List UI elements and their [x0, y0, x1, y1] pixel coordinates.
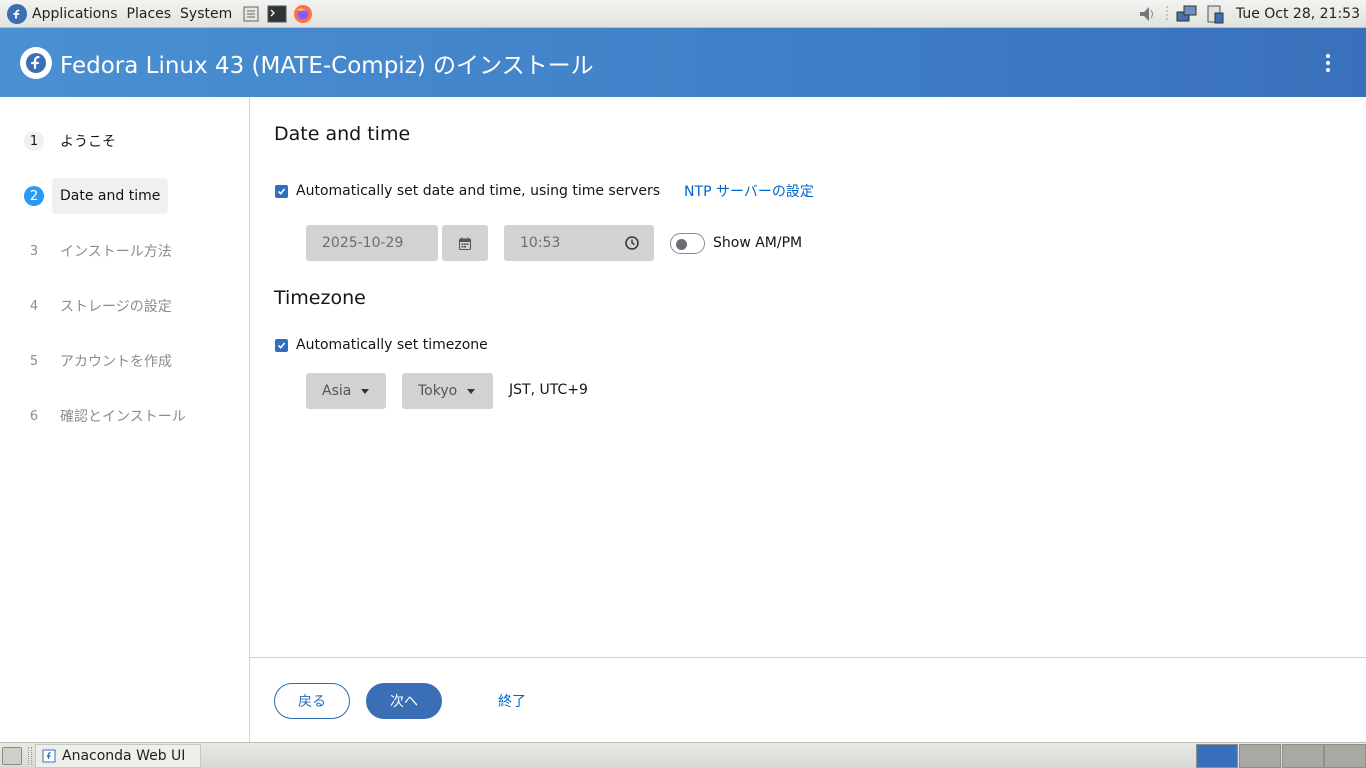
top-panel: Applications Places System Tue Oct 28, 2… [0, 0, 1366, 28]
step-label: インストール方法 [60, 244, 172, 260]
panel-clock[interactable]: Tue Oct 28, 21:53 [1236, 6, 1360, 22]
main-content: Date and time Automatically set date and… [250, 97, 1366, 657]
power-icon[interactable] [1204, 3, 1226, 25]
fedora-logo-icon [20, 46, 52, 79]
time-input[interactable]: 10:53 [504, 225, 654, 261]
region-dropdown[interactable]: Asia [306, 373, 386, 409]
city-value: Tokyo [418, 383, 458, 399]
text-editor-launcher-icon[interactable] [240, 3, 262, 25]
auto-datetime-checkbox[interactable] [275, 184, 288, 198]
bottom-panel: Anaconda Web UI [0, 742, 1366, 768]
step-installation-method: 3 インストール方法 [0, 233, 180, 269]
step-storage-configuration: 4 ストレージの設定 [0, 288, 180, 324]
step-number: 5 [29, 353, 39, 369]
auto-datetime-label: Automatically set date and time, using t… [296, 183, 661, 199]
terminal-launcher-icon[interactable] [266, 3, 288, 25]
step-create-account: 5 アカウントを作成 [0, 343, 180, 379]
step-number: 4 [29, 298, 39, 314]
show-ampm-toggle[interactable] [670, 233, 705, 254]
step-number: 3 [29, 243, 39, 259]
wizard-steps-sidebar: 1 ようこそ 2 Date and time 3 インストール方法 4 ストレー… [0, 97, 250, 742]
workspace-2[interactable] [1239, 744, 1281, 768]
auto-timezone-label: Automatically set timezone [296, 337, 488, 353]
firefox-launcher-icon[interactable] [292, 3, 314, 25]
timezone-heading: Timezone [274, 287, 366, 309]
step-label: ストレージの設定 [60, 299, 172, 315]
quit-button[interactable]: 終了 [482, 683, 542, 719]
step-label: 確認とインストール [60, 409, 186, 425]
step-date-and-time[interactable]: 2 Date and time [0, 178, 169, 214]
workspace-3[interactable] [1282, 744, 1324, 768]
network-icon[interactable] [1176, 3, 1198, 25]
step-review-and-install: 6 確認とインストール [0, 398, 194, 434]
region-value: Asia [322, 383, 352, 399]
chevron-down-icon [467, 388, 476, 394]
system-menu[interactable]: System [180, 6, 232, 22]
wizard-footer: 戻る 次へ 終了 [250, 657, 1366, 742]
auto-datetime-row: Automatically set date and time, using t… [275, 181, 814, 201]
panel-handle [28, 747, 32, 765]
workspace-1[interactable] [1196, 744, 1238, 768]
applications-menu[interactable]: Applications [32, 6, 118, 22]
fedora-menu-icon[interactable] [7, 3, 27, 24]
step-welcome[interactable]: 1 ようこそ [0, 123, 124, 159]
page-title: Fedora Linux 43 (MATE-Compiz) のインストール [60, 52, 594, 79]
taskbar-window-label: Anaconda Web UI [62, 748, 186, 764]
step-number: 1 [24, 131, 44, 151]
next-button[interactable]: 次へ [366, 683, 442, 719]
calendar-button[interactable] [442, 225, 488, 261]
taskbar-window-button[interactable]: Anaconda Web UI [35, 744, 201, 768]
chevron-down-icon [361, 388, 370, 394]
workspace-4[interactable] [1324, 744, 1366, 768]
places-menu[interactable]: Places [127, 6, 172, 22]
step-label: アカウントを作成 [60, 354, 172, 370]
anaconda-window-icon [42, 749, 56, 763]
time-value: 10:53 [520, 235, 561, 251]
step-label: ようこそ [60, 134, 116, 150]
step-number: 2 [24, 186, 44, 206]
kebab-menu-icon[interactable] [1318, 52, 1338, 74]
ntp-servers-link[interactable]: NTP サーバーの設定 [684, 181, 814, 201]
auto-timezone-row: Automatically set timezone [275, 337, 488, 353]
date-time-heading: Date and time [274, 123, 411, 145]
show-desktop-icon[interactable] [2, 747, 22, 765]
step-label: Date and time [52, 178, 169, 214]
city-dropdown[interactable]: Tokyo [402, 373, 493, 409]
clock-icon[interactable] [625, 236, 639, 250]
date-input[interactable]: 2025-10-29 [306, 225, 438, 261]
back-button[interactable]: 戻る [274, 683, 350, 719]
calendar-icon [459, 237, 471, 250]
show-ampm-label: Show AM/PM [713, 235, 803, 251]
step-number: 6 [29, 408, 39, 424]
timezone-offset: JST, UTC+9 [509, 382, 588, 398]
installer-header: Fedora Linux 43 (MATE-Compiz) のインストール [0, 28, 1366, 97]
volume-icon[interactable] [1136, 3, 1158, 25]
auto-timezone-checkbox[interactable] [275, 338, 288, 352]
date-value: 2025-10-29 [322, 235, 404, 251]
panel-separator-icon [1164, 3, 1170, 25]
